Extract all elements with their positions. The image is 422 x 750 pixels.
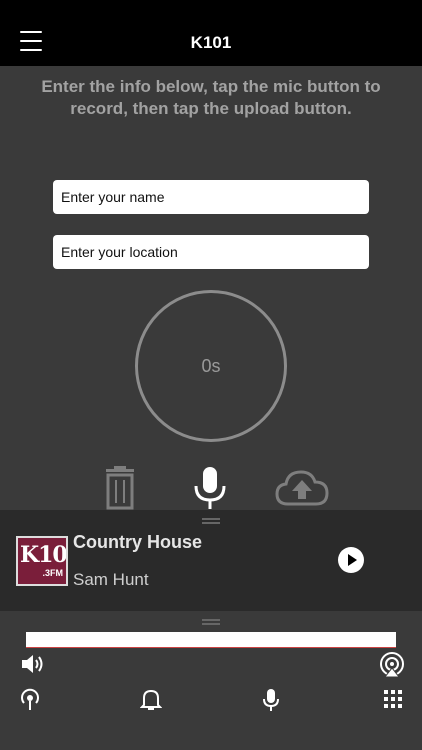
- drag-handle[interactable]: [202, 518, 220, 526]
- player-controls: [0, 611, 422, 750]
- timer-value: 0s: [201, 355, 221, 376]
- broadcast-icon[interactable]: [18, 688, 42, 717]
- play-icon[interactable]: [338, 547, 364, 573]
- trash-icon[interactable]: [100, 466, 140, 515]
- track-artist: Sam Hunt: [73, 570, 149, 589]
- track-title: Country House: [73, 532, 203, 552]
- progress-bar[interactable]: [26, 632, 396, 648]
- cloud-upload-icon[interactable]: [274, 466, 330, 515]
- name-input[interactable]: [53, 180, 369, 214]
- grid-icon[interactable]: [384, 690, 402, 713]
- app-header: K101: [0, 0, 422, 66]
- drag-handle[interactable]: [202, 619, 220, 627]
- location-input[interactable]: [53, 235, 369, 269]
- airplay-icon[interactable]: [378, 650, 406, 683]
- record-timer: 0s: [135, 290, 287, 442]
- microphone-icon[interactable]: [261, 688, 281, 717]
- bell-icon[interactable]: [139, 688, 163, 717]
- now-playing-bar[interactable]: K101 .3FM Country House Sam Hunt: [0, 510, 422, 611]
- page-title: K101: [190, 33, 232, 52]
- station-logo: K101 .3FM: [16, 536, 68, 586]
- instructions-text: Enter the info below, tap the mic button…: [41, 77, 381, 118]
- record-panel: Enter the info below, tap the mic button…: [0, 66, 422, 524]
- volume-icon[interactable]: [20, 652, 46, 681]
